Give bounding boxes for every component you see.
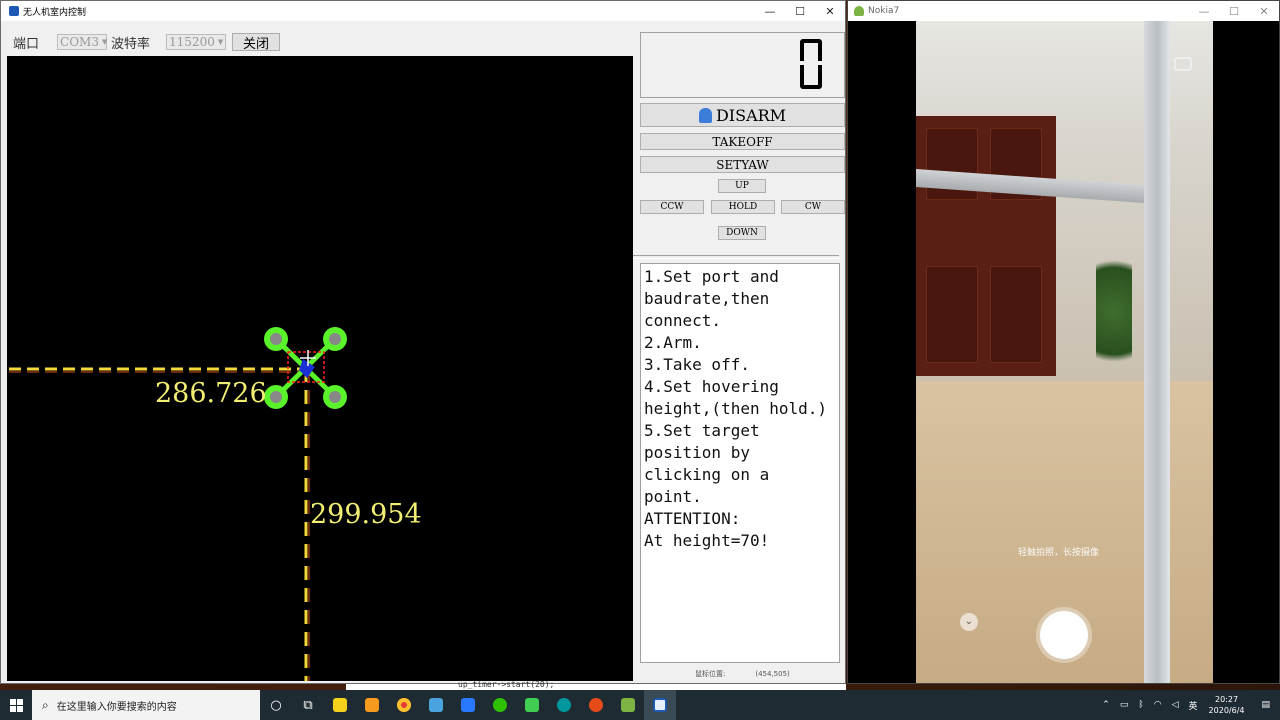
camera-switch-icon[interactable] xyxy=(1174,57,1192,71)
baud-label: 波特率 xyxy=(111,36,151,52)
instruction-line: 3.Take off. xyxy=(644,355,750,374)
edit-tool-icon[interactable] xyxy=(420,690,452,720)
status-bar: 鼠标位置: (454,505) xyxy=(633,665,846,683)
phone-title-bar[interactable]: Nokia7 — ☐ ✕ xyxy=(848,1,1279,21)
ime-indicator[interactable]: 英 xyxy=(1189,699,1198,712)
camera-preview[interactable]: 轻触拍照，长按摄像 ⌄ xyxy=(916,21,1213,683)
down-button[interactable]: DOWN xyxy=(718,226,766,240)
camera-hint: 轻触拍照，长按摄像 xyxy=(1018,548,1100,558)
maximize-button[interactable]: ☐ xyxy=(785,1,815,21)
position-canvas[interactable]: 286.726 299.954 xyxy=(7,56,633,681)
port-label: 端口 xyxy=(13,36,40,52)
height-display xyxy=(640,32,845,98)
drone-rotor-hub xyxy=(329,333,341,345)
plant-image xyxy=(1096,241,1132,381)
up-button[interactable]: UP xyxy=(718,179,766,193)
shutter-button[interactable] xyxy=(1040,611,1088,659)
chevron-down-icon[interactable]: ⌄ xyxy=(960,613,978,631)
wifi-icon[interactable]: ◠ xyxy=(1154,700,1162,710)
instruction-line: 2.Arm. xyxy=(644,333,702,352)
app-icon xyxy=(9,6,19,16)
taskbar: ⌕ 在这里输入你要搜索的内容 ○ ⧉ ⌃ ▭ ᛒ ◠ ◁ 英 20:27 202… xyxy=(0,690,1280,720)
takeoff-button[interactable]: TAKEOFF xyxy=(640,133,845,150)
clock-date: 2020/6/4 xyxy=(1208,706,1245,715)
wechat-icon[interactable] xyxy=(484,690,516,720)
drone-rotor-hub xyxy=(270,333,282,345)
clock-time: 20:27 xyxy=(1214,695,1239,704)
clock[interactable]: 20:27 2020/6/4 xyxy=(1209,694,1245,716)
port-select[interactable]: COM3 ▼ xyxy=(57,34,107,50)
connection-toolbar: 端口 COM3 ▼ 波特率 115200 ▼ 关闭 xyxy=(7,31,281,53)
instruction-line: 5.Set target position by clicking on a p… xyxy=(644,421,779,506)
phone-minimize-button[interactable]: — xyxy=(1189,1,1219,21)
instruction-line: 1.Set port and baudrate,then connect. xyxy=(644,267,789,330)
shield-icon xyxy=(698,107,712,123)
arduino-icon[interactable] xyxy=(548,690,580,720)
store-icon[interactable] xyxy=(356,690,388,720)
instruction-line: ATTENTION: xyxy=(644,509,741,528)
hold-button[interactable]: HOLD xyxy=(711,200,775,214)
qt-creator-icon[interactable] xyxy=(516,690,548,720)
code-fragment: up_timer->start(20); xyxy=(458,680,555,689)
phone-maximize-button[interactable]: ☐ xyxy=(1219,1,1249,21)
control-panel: DISARM TAKEOFF SETYAW UP CCW HOLD CW DOW… xyxy=(633,31,846,683)
chevron-down-icon: ▼ xyxy=(101,38,108,46)
app-icon-red[interactable] xyxy=(580,690,612,720)
disarm-button[interactable]: DISARM xyxy=(640,103,845,127)
y-coordinate-readout: 299.954 xyxy=(310,499,422,530)
panel-divider xyxy=(633,255,839,259)
notification-icon[interactable]: ▤ xyxy=(1261,700,1270,710)
phone-window-title: Nokia7 xyxy=(868,6,900,16)
instruction-line: 4.Set hovering height,(then hold.) xyxy=(644,377,828,418)
mouse-position-value: (454,505) xyxy=(755,670,790,678)
ccw-button[interactable]: CCW xyxy=(640,200,704,214)
bluetooth-icon[interactable]: ᛒ xyxy=(1138,700,1143,710)
drone-app-taskbar-icon[interactable] xyxy=(644,690,676,720)
door-image xyxy=(916,116,1056,376)
search-placeholder: 在这里输入你要搜索的内容 xyxy=(56,701,177,713)
chrome-icon[interactable] xyxy=(388,690,420,720)
drone-rotor-hub xyxy=(270,391,282,403)
port-select-value: COM3 xyxy=(60,35,99,49)
drone-control-window: 无人机室内控制 — ☐ ✕ 端口 COM3 ▼ 波特率 115200 ▼ 关闭 xyxy=(0,0,846,684)
disarm-label: DISARM xyxy=(715,105,787,125)
mouse-position-label: 鼠标位置: xyxy=(695,670,726,678)
network-icon[interactable]: ▭ xyxy=(1120,700,1129,710)
start-button[interactable] xyxy=(0,690,32,720)
phone-mirror-window: Nokia7 — ☐ ✕ 轻触拍照，长按摄像 ⌄ xyxy=(847,0,1280,684)
connect-close-button[interactable]: 关闭 xyxy=(232,33,281,52)
baud-select[interactable]: 115200 ▼ xyxy=(166,34,227,50)
app-icon-blue[interactable] xyxy=(452,690,484,720)
instruction-line: At height=70! xyxy=(644,531,770,550)
baud-select-value: 115200 xyxy=(169,35,215,49)
minimize-button[interactable]: — xyxy=(755,1,785,21)
android-icon[interactable] xyxy=(612,690,644,720)
system-tray: ⌃ ▭ ᛒ ◠ ◁ 英 20:27 2020/6/4 ▤ xyxy=(1097,690,1280,720)
setyaw-button[interactable]: SETYAW xyxy=(640,156,845,173)
title-bar[interactable]: 无人机室内控制 — ☐ ✕ xyxy=(1,1,845,21)
aluminum-pole xyxy=(1144,21,1170,683)
seven-segment-digit xyxy=(798,39,824,89)
canvas-drawing xyxy=(9,327,347,681)
task-view-icon[interactable]: ⧉ xyxy=(292,690,324,720)
cortana-icon[interactable]: ○ xyxy=(260,690,292,720)
window-title: 无人机室内控制 xyxy=(23,7,87,18)
x-coordinate-readout: 286.726 xyxy=(155,378,267,409)
android-icon xyxy=(854,6,864,16)
chevron-down-icon: ▼ xyxy=(217,38,224,46)
phone-close-button[interactable]: ✕ xyxy=(1249,1,1279,21)
chevron-up-icon[interactable]: ⌃ xyxy=(1102,700,1110,710)
windows-logo-icon xyxy=(9,698,23,712)
taskbar-search[interactable]: ⌕ 在这里输入你要搜索的内容 xyxy=(32,690,260,720)
close-window-button[interactable]: ✕ xyxy=(815,1,845,21)
sticky-notes-icon[interactable] xyxy=(324,690,356,720)
cw-button[interactable]: CW xyxy=(781,200,845,214)
instructions-box: 1.Set port and baudrate,then connect. 2.… xyxy=(640,263,840,663)
volume-icon[interactable]: ◁ xyxy=(1172,700,1179,710)
search-icon: ⌕ xyxy=(42,697,49,712)
drone-rotor-hub xyxy=(329,391,341,403)
